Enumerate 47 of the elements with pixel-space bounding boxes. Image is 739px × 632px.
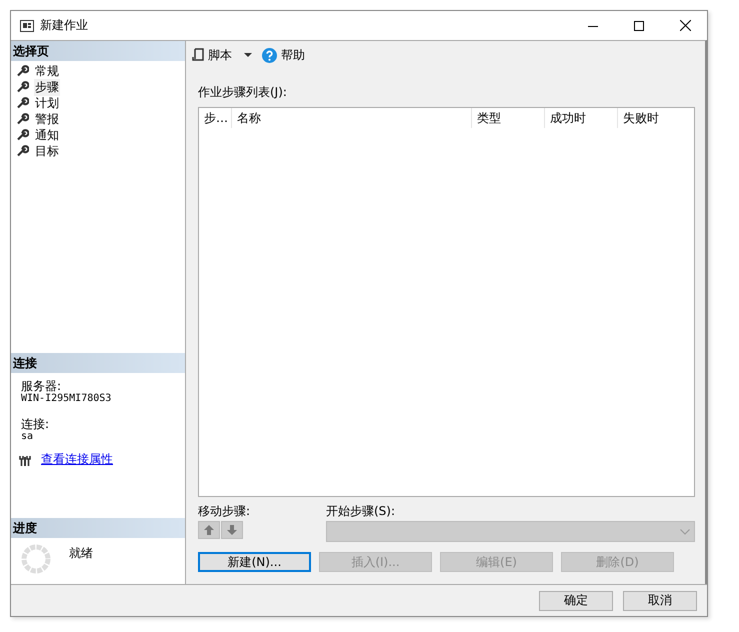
status-text: 就绪 [69, 545, 93, 562]
column-header[interactable]: 步… [199, 108, 232, 128]
column-header[interactable]: 名称 [232, 108, 472, 128]
page-item[interactable]: 目标 [34, 142, 60, 160]
page-item[interactable]: 计划 [34, 94, 60, 112]
move-steps-label: 移动步骤: [198, 504, 252, 518]
section-header: 进度 [11, 518, 185, 538]
server-label: 服务器: [21, 379, 62, 393]
list-label: 作业步骤列表(J): [198, 85, 288, 99]
page-item[interactable]: 常规 [34, 62, 60, 80]
wrench-icon [17, 97, 29, 109]
login-label: 连接: [21, 417, 50, 431]
connection-properties-link[interactable]: 查看连接属性 [41, 451, 113, 468]
section-header: 连接 [11, 353, 185, 373]
window-icon [20, 20, 34, 32]
start-step-label: 开始步骤(S): [326, 504, 396, 518]
wrench-icon [17, 81, 29, 93]
chevron-icon [680, 528, 690, 534]
page-item[interactable]: 通知 [34, 126, 60, 144]
spinner-icon [21, 544, 51, 574]
steps-list[interactable]: 步… 名称 类型 成功时 失败时 [198, 107, 695, 497]
page-item[interactable]: 警报 [34, 110, 60, 128]
script-button[interactable]: 脚本 [192, 46, 232, 64]
help-icon [262, 48, 277, 62]
wrench-icon [17, 145, 29, 157]
column-header[interactable]: 失败时 [618, 108, 694, 128]
maximize-icon[interactable] [634, 20, 644, 30]
section-header: 选择页 [11, 41, 185, 61]
move-down-button[interactable] [221, 521, 243, 539]
down-arrow-icon [226, 524, 238, 536]
help-button[interactable]: 帮助 [262, 46, 305, 64]
login-name: sa [21, 431, 34, 443]
dialog-button[interactable]: 取消 [623, 590, 697, 610]
caret-icon[interactable] [244, 53, 252, 57]
wrench-icon [17, 129, 29, 141]
script-icon [192, 48, 204, 62]
column-header[interactable]: 类型 [472, 108, 545, 128]
wrench-icon [17, 113, 29, 125]
window-title: 新建作业 [40, 17, 88, 34]
close-icon[interactable] [680, 20, 691, 31]
server-name: WIN-I295MI780S3 [21, 393, 112, 405]
column-header[interactable]: 成功时 [545, 108, 618, 128]
dialog-button[interactable]: 确定 [539, 590, 613, 610]
page-item[interactable]: 步骤 [34, 78, 60, 96]
wrench-icon [17, 65, 29, 77]
up-arrow-icon [203, 524, 215, 536]
action-button[interactable]: 新建(N)... [198, 552, 311, 572]
